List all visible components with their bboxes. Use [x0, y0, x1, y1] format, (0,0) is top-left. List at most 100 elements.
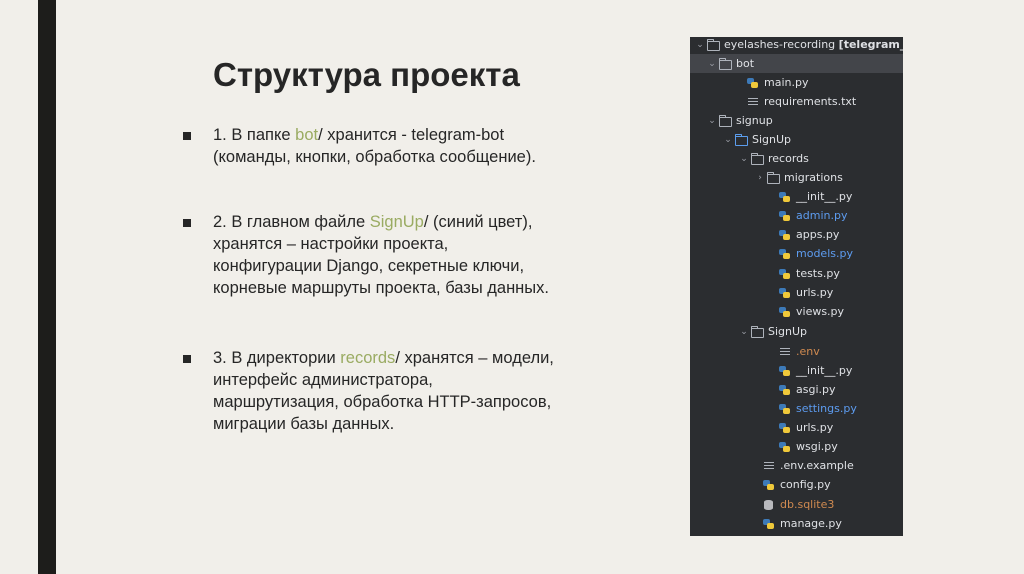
bullet-text-rest: / хранятся – модели,: [395, 349, 554, 367]
python-file-icon: [778, 210, 792, 222]
tree-item-label: urls.py: [796, 286, 834, 299]
tree-item[interactable]: ⌄ SignUp: [690, 322, 903, 341]
tree-item-label: signup: [736, 114, 773, 127]
tree-item[interactable]: urls.py: [690, 418, 903, 437]
tree-item-label: __init__.py: [796, 364, 853, 377]
tree-item-label: records: [768, 152, 809, 165]
python-file-icon: [746, 77, 760, 89]
tree-item[interactable]: admin.py: [690, 206, 903, 225]
tree-item-label: views.py: [796, 305, 845, 318]
bullet-text-line: маршрутизация, обработка HTTP-запросов,: [213, 393, 552, 411]
bullet-text-line: (команды, кнопки, обработка сообщение).: [213, 148, 536, 166]
tree-item-label: tests.py: [796, 267, 840, 280]
bullet-marker: [183, 355, 191, 363]
chevron-down-icon[interactable]: ⌄: [722, 135, 734, 145]
tree-item[interactable]: main.py: [690, 73, 903, 92]
bullet-text: 1. В папке bot/ хранится - telegram-bot …: [213, 124, 613, 168]
package-folder-icon: [766, 171, 780, 184]
highlight-records: records: [340, 349, 396, 367]
chevron-right-icon[interactable]: ›: [754, 173, 766, 183]
python-file-icon: [778, 287, 792, 299]
folder-icon: [718, 114, 732, 127]
bullet-text-pre: 1. В папке: [213, 126, 296, 144]
chevron-down-icon: ⌄: [696, 39, 704, 50]
tree-item-label: main.py: [764, 76, 809, 89]
bullet-text-rest: / (синий цвет),: [423, 213, 533, 231]
bullet-text-line: миграции базы данных.: [213, 415, 395, 433]
tree-item[interactable]: ⌄ signup: [690, 111, 903, 130]
python-file-icon: [778, 306, 792, 318]
tree-item-label: asgi.py: [796, 383, 836, 396]
chevron-down-icon[interactable]: ⌄: [706, 59, 718, 69]
tree-item[interactable]: › migrations: [690, 168, 903, 187]
highlight-bot: bot: [295, 126, 319, 144]
tree-item-label: .env: [796, 345, 820, 358]
tree-item[interactable]: config.py: [690, 475, 903, 494]
slide: Структура проекта 1. В папке bot/ хранит…: [0, 0, 1024, 574]
tree-item-label: SignUp: [768, 325, 808, 338]
tree-item[interactable]: apps.py: [690, 225, 903, 244]
tree-item[interactable]: __init__.py: [690, 361, 903, 380]
chevron-down-icon[interactable]: ⌄: [738, 327, 750, 337]
tree-item[interactable]: settings.py: [690, 399, 903, 418]
bullet-text-rest: / хранится - telegram-bot: [318, 126, 505, 144]
bullet-text-pre: 2. В главном файле: [213, 213, 370, 231]
tree-item[interactable]: urls.py: [690, 283, 903, 302]
tree-root-label: eyelashes-recording: [724, 38, 836, 51]
text-file-icon: [778, 346, 792, 358]
tree-item[interactable]: wsgi.py: [690, 437, 903, 456]
tree-item-label: migrations: [784, 171, 843, 184]
tree-item[interactable]: db.sqlite3: [690, 495, 903, 514]
tree-item-label: manage.py: [780, 517, 842, 530]
bullet-text-line: хранятся – настройки проекта,: [213, 235, 449, 253]
tree-item[interactable]: models.py: [690, 244, 903, 263]
tree-item-label: urls.py: [796, 421, 834, 434]
tree-item[interactable]: views.py: [690, 302, 903, 321]
tree-item[interactable]: .env: [690, 342, 903, 361]
tree-item[interactable]: .env.example: [690, 456, 903, 475]
python-file-icon: [778, 248, 792, 260]
tree-item[interactable]: manage.py: [690, 514, 903, 533]
project-tree-screenshot: ⌄ eyelashes-recording [telegram_bot] ⌄ bo…: [690, 37, 903, 536]
folder-icon: [706, 38, 720, 51]
bullet-text-line: конфигурации Django, секретные ключи,: [213, 257, 525, 275]
left-accent-bar: [38, 0, 56, 574]
tree-item-label: SignUp: [752, 133, 792, 146]
python-file-icon: [778, 384, 792, 396]
tree-root-row: ⌄ eyelashes-recording [telegram_bot]: [690, 37, 903, 54]
database-icon: [762, 499, 776, 511]
tree-item[interactable]: tests.py: [690, 264, 903, 283]
chevron-down-icon[interactable]: ⌄: [738, 154, 750, 164]
tree-item-label: settings.py: [796, 402, 857, 415]
bullet-marker: [183, 132, 191, 140]
tree-item-label: admin.py: [796, 209, 848, 222]
bullet-text-line: интерфейс администратора,: [213, 371, 433, 389]
python-file-icon: [778, 191, 792, 203]
tree-item[interactable]: __init__.py: [690, 187, 903, 206]
chevron-down-icon[interactable]: ⌄: [706, 116, 718, 126]
python-file-icon: [778, 441, 792, 453]
tree-item-label: config.py: [780, 478, 831, 491]
tree-item-label: .env.example: [780, 459, 854, 472]
tree-item-label: wsgi.py: [796, 440, 838, 453]
bullet-marker: [183, 219, 191, 227]
tree-item[interactable]: asgi.py: [690, 380, 903, 399]
python-file-icon: [778, 365, 792, 377]
tree-item-label: requirements.txt: [764, 95, 857, 108]
tree-item-label: bot: [736, 57, 755, 70]
tree-item[interactable]: ⌄ bot: [690, 54, 903, 73]
tree-item[interactable]: ⌄ records: [690, 149, 903, 168]
tree-item-label: models.py: [796, 247, 853, 260]
python-file-icon: [778, 229, 792, 241]
package-folder-icon: [750, 152, 764, 165]
python-file-icon: [762, 479, 776, 491]
tree-item[interactable]: requirements.txt: [690, 92, 903, 111]
python-file-icon: [778, 403, 792, 415]
bullet-text: 3. В директории records/ хранятся – моде…: [213, 347, 613, 435]
folder-blue-icon: [734, 133, 748, 146]
python-file-icon: [778, 422, 792, 434]
folder-icon: [718, 57, 732, 70]
tree-item-label: __init__.py: [796, 190, 853, 203]
tree-item-label: db.sqlite3: [780, 498, 835, 511]
tree-item[interactable]: ⌄ SignUp: [690, 130, 903, 149]
